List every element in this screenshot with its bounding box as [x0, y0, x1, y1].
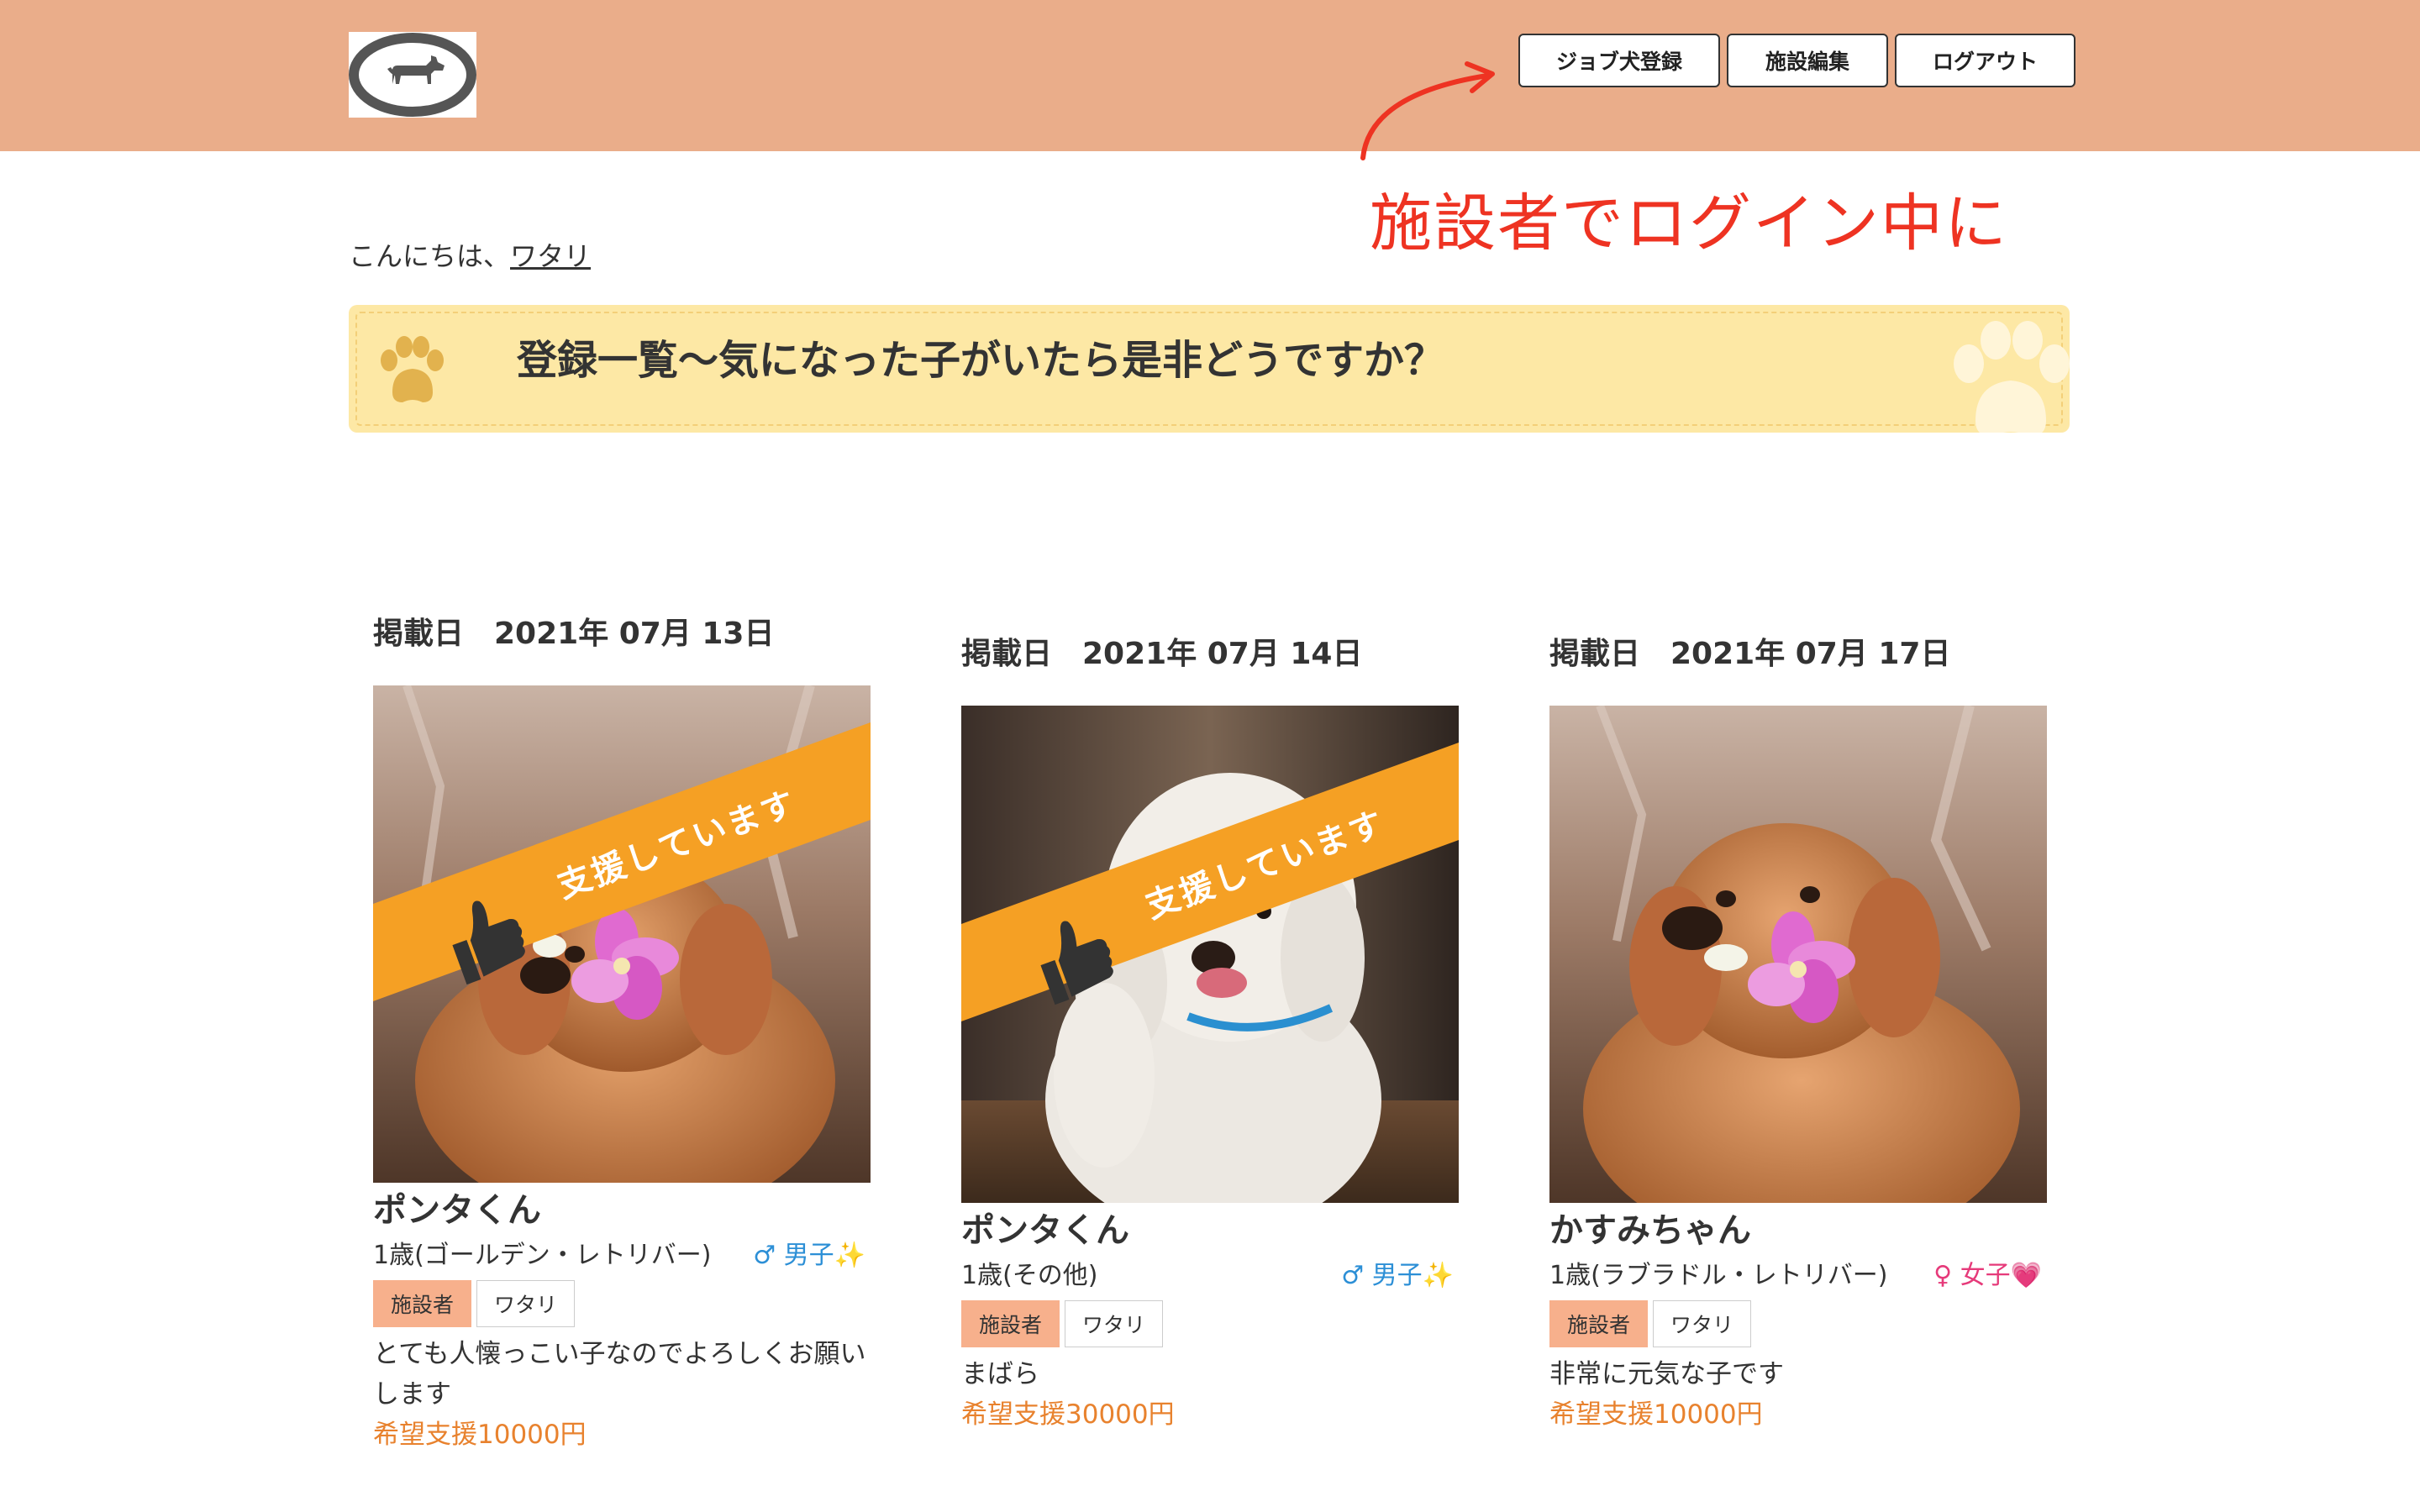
- logout-button[interactable]: ログアウト: [1895, 34, 2075, 87]
- annotation-arrow-icon: [1360, 61, 1495, 160]
- dog-description: 非常に元気な子です: [1549, 1359, 1784, 1389]
- dog-card[interactable]: 掲載日 2021年 07月 14日 支援しています ポンタくん 1歳(その他) …: [961, 633, 1465, 1435]
- gender-badge: ♂ 男子✨: [1341, 1261, 1454, 1290]
- gender-badge: ♂ 男子✨: [753, 1241, 865, 1270]
- dog-icon: [349, 33, 476, 117]
- login-annotation: 施設者でログイン中に: [1370, 187, 2008, 260]
- dog-description: まばら: [961, 1359, 1039, 1389]
- dog-age-breed: 1歳(その他): [961, 1261, 1098, 1290]
- greeting: こんにちは、ワタリ: [349, 235, 591, 274]
- wish-amount: 希望支援30000円: [961, 1399, 1175, 1430]
- tag-list: 施設者 ワタリ: [1549, 1300, 2054, 1349]
- owner-tag[interactable]: ワタリ: [476, 1280, 576, 1327]
- paw-watermark-icon: [1954, 321, 2070, 433]
- dog-name: ポンタくん: [961, 1211, 1129, 1250]
- dog-name: ポンタくん: [373, 1191, 541, 1230]
- role-tag: 施設者: [1549, 1300, 1649, 1347]
- owner-tag[interactable]: ワタリ: [1065, 1300, 1164, 1347]
- dog-photo[interactable]: 支援しています: [373, 685, 871, 1183]
- dog-info: 1歳(ラブラドル・レトリバー) ♀ 女子💗: [1549, 1255, 2047, 1297]
- tag-list: 施設者 ワタリ: [961, 1300, 1465, 1349]
- role-tag: 施設者: [373, 1280, 472, 1327]
- post-date: 掲載日 2021年 07月 17日: [1549, 637, 1951, 671]
- list-banner: 登録一覧〜気になった子がいたら是非どうですか？: [349, 305, 2070, 433]
- dog-age-breed: 1歳(ゴールデン・レトリバー): [373, 1241, 712, 1270]
- wish-amount: 希望支援10000円: [373, 1420, 587, 1450]
- wish-amount: 希望支援10000円: [1549, 1399, 1763, 1430]
- edit-facility-button[interactable]: 施設編集: [1727, 34, 1888, 87]
- dog-photo[interactable]: 支援しています: [961, 706, 1459, 1203]
- dog-description: とても人懐っこい子なのでよろしくお願いします: [373, 1339, 866, 1410]
- tag-list: 施設者 ワタリ: [373, 1280, 877, 1329]
- greeting-prefix: こんにちは、: [349, 240, 511, 272]
- post-date: 掲載日 2021年 07月 14日: [961, 637, 1363, 671]
- user-link[interactable]: ワタリ: [510, 240, 591, 272]
- site-header: ジョブ犬登録 施設編集 ログアウト: [0, 0, 2420, 151]
- dog-card[interactable]: 掲載日 2021年 07月 13日 支援しています ポンタくん 1歳(ゴールデン…: [373, 613, 877, 1455]
- gender-badge: ♀ 女子💗: [1933, 1261, 2042, 1290]
- dog-card[interactable]: 掲載日 2021年 07月 17日 かすみちゃん 1歳(ラブラドル・レトリバー)…: [1549, 633, 2054, 1435]
- header-nav: ジョブ犬登録 施設編集 ログアウト: [1518, 34, 2075, 87]
- dog-name: かすみちゃん: [1549, 1211, 1751, 1250]
- owner-tag[interactable]: ワタリ: [1653, 1300, 1752, 1347]
- register-dog-button[interactable]: ジョブ犬登録: [1518, 34, 1720, 87]
- role-tag: 施設者: [961, 1300, 1060, 1347]
- site-logo[interactable]: [349, 32, 476, 118]
- dog-info: 1歳(ゴールデン・レトリバー) ♂ 男子✨: [373, 1235, 871, 1277]
- dog-info: 1歳(その他) ♂ 男子✨: [961, 1255, 1459, 1297]
- banner-title: 登録一覧〜気になった子がいたら是非どうですか？: [517, 337, 1445, 384]
- post-date: 掲載日 2021年 07月 13日: [373, 617, 775, 651]
- dog-age-breed: 1歳(ラブラドル・レトリバー): [1549, 1261, 1888, 1290]
- dog-photo[interactable]: [1549, 706, 2047, 1203]
- paw-icon: [381, 336, 444, 402]
